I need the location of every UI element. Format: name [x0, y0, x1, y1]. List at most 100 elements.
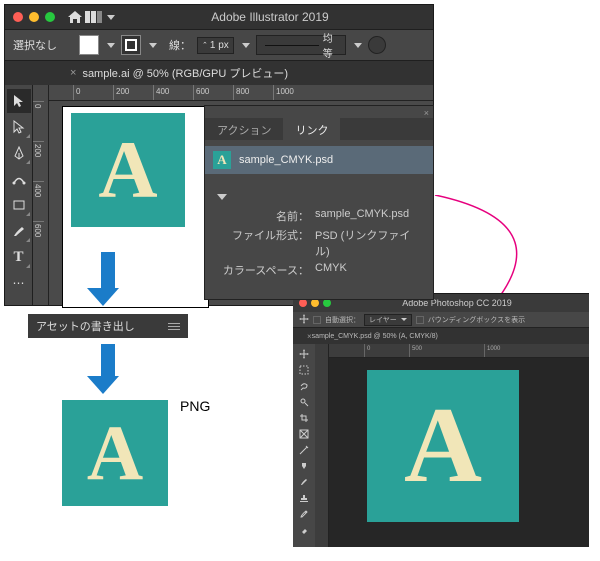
stroke-label: 線：	[169, 37, 191, 53]
chevron-down-icon[interactable]	[149, 43, 157, 48]
minimize-icon[interactable]	[311, 299, 319, 307]
chevron-down-icon[interactable]	[354, 43, 362, 48]
ruler-tick: 1000	[484, 344, 529, 357]
close-panel-icon[interactable]: ×	[424, 108, 429, 118]
placed-image[interactable]: A	[71, 113, 185, 227]
pen-tool[interactable]	[7, 141, 31, 165]
ps-document-tab[interactable]: × sample_CMYK.psd @ 50% (A, CMYK/8)	[293, 328, 589, 344]
document-tab-row: × sample.ai @ 50% (RGB/GPU プレビュー)	[5, 61, 433, 85]
link-info: 名前：sample_CMYK.psd ファイル形式：PSD (リンクファイル) …	[205, 174, 433, 289]
rectangle-tool[interactable]	[7, 193, 31, 217]
photoshop-window: Adobe Photoshop CC 2019 自動選択： レイヤー バウンディ…	[293, 293, 589, 546]
auto-select-checkbox[interactable]	[313, 316, 321, 324]
info-colorspace-label: カラースペース：	[215, 262, 315, 278]
panel-menu-icon[interactable]	[168, 323, 180, 330]
ruler-tick: 500	[409, 344, 484, 357]
home-view-group	[67, 10, 115, 24]
info-name-value: sample_CMYK.psd	[315, 208, 423, 224]
curvature-tool[interactable]	[7, 167, 31, 191]
move-tool[interactable]	[294, 346, 314, 362]
frame-tool[interactable]	[294, 426, 314, 442]
ruler-tick: 400	[33, 181, 44, 221]
auto-select-label: 自動選択：	[325, 315, 360, 325]
layer-dd-label: レイヤー	[369, 315, 397, 325]
output-image: A	[62, 400, 168, 506]
close-icon[interactable]	[13, 12, 23, 22]
info-format-label: ファイル形式：	[215, 227, 315, 259]
selection-tool[interactable]	[7, 89, 31, 113]
stroke-weight-value: 1 px	[210, 40, 229, 51]
control-bar: 選択なし 線： ⌃ 1 px 均等	[5, 29, 433, 61]
quick-select-tool[interactable]	[294, 394, 314, 410]
ruler-tick: 0	[73, 85, 113, 100]
opacity-button[interactable]	[368, 36, 386, 54]
direct-selection-tool[interactable]	[7, 115, 31, 139]
zoom-icon[interactable]	[323, 299, 331, 307]
tab-links[interactable]: リンク	[283, 118, 340, 140]
minimize-icon[interactable]	[29, 12, 39, 22]
crop-tool[interactable]	[294, 410, 314, 426]
panel-tabs: アクション リンク	[205, 118, 433, 140]
chevron-down-icon[interactable]	[107, 43, 115, 48]
stroke-weight-input[interactable]: ⌃ 1 px	[197, 37, 234, 54]
arrange-icon[interactable]	[85, 10, 103, 24]
ai-titlebar: Adobe Illustrator 2019	[5, 5, 433, 29]
asset-export-panel[interactable]: アセットの書き出し	[28, 314, 188, 338]
close-icon[interactable]	[299, 299, 307, 307]
ps-vertical-ruler	[315, 344, 329, 547]
layer-dropdown[interactable]: レイヤー	[364, 314, 412, 326]
ps-canvas-area: 0 500 1000 A	[315, 344, 589, 547]
ruler-tick: 600	[33, 221, 44, 261]
stroke-swatch[interactable]	[121, 35, 141, 55]
eyedropper-tool[interactable]	[294, 442, 314, 458]
move-tool-icon[interactable]	[299, 314, 309, 326]
healing-tool[interactable]	[294, 458, 314, 474]
ruler-tick: 0	[364, 344, 409, 357]
eraser-tool[interactable]	[294, 522, 314, 538]
ruler-tick: 0	[33, 101, 44, 141]
edit-toolbar[interactable]: ⋯	[7, 271, 31, 295]
output-glyph: A	[87, 408, 143, 498]
sample-glyph: A	[98, 123, 157, 217]
ps-glyph: A	[404, 384, 482, 508]
type-tool[interactable]: T	[7, 245, 31, 269]
info-name-label: 名前：	[215, 208, 315, 224]
bounding-label: バウンディングボックスを表示	[428, 315, 525, 325]
disclosure-icon[interactable]	[217, 194, 227, 200]
ps-image[interactable]: A	[367, 370, 519, 522]
uniform-label: 均等	[323, 30, 341, 60]
fill-swatch[interactable]	[79, 35, 99, 55]
chevron-down-icon[interactable]	[107, 15, 115, 20]
horizontal-ruler: 0 200 400 600 800 1000	[49, 85, 433, 101]
info-format-value: PSD (リンクファイル)	[315, 227, 423, 259]
app-title: Adobe Illustrator 2019	[115, 10, 425, 24]
ps-canvas[interactable]: A	[329, 358, 589, 547]
chevron-down-icon[interactable]	[242, 43, 250, 48]
marquee-tool[interactable]	[294, 362, 314, 378]
brush-tool[interactable]	[294, 474, 314, 490]
ps-toolbar	[293, 344, 315, 547]
ps-doc-tab-label: sample_CMYK.psd @ 50% (A, CMYK/8)	[312, 333, 438, 340]
artboard: A	[63, 107, 208, 307]
close-tab-icon[interactable]: ×	[70, 67, 76, 79]
document-tab[interactable]: × sample.ai @ 50% (RGB/GPU プレビュー)	[58, 61, 300, 85]
line-preview	[265, 45, 319, 46]
ruler-tick: 200	[33, 141, 44, 181]
tab-actions[interactable]: アクション	[205, 118, 283, 140]
links-panel: × アクション リンク A sample_CMYK.psd 名前：sample_…	[204, 105, 434, 300]
home-icon[interactable]	[67, 10, 83, 24]
stroke-profile-dropdown[interactable]: 均等	[256, 35, 346, 55]
document-tab-label: sample.ai @ 50% (RGB/GPU プレビュー)	[82, 65, 288, 81]
lasso-tool[interactable]	[294, 378, 314, 394]
bounding-box-checkbox[interactable]	[416, 316, 424, 324]
paintbrush-tool[interactable]	[7, 219, 31, 243]
info-colorspace-value: CMYK	[315, 262, 423, 278]
link-thumbnail: A	[213, 151, 231, 169]
vertical-ruler: 0 200 400 600	[33, 85, 49, 305]
history-brush-tool[interactable]	[294, 506, 314, 522]
link-list-item[interactable]: A sample_CMYK.psd	[205, 146, 433, 174]
zoom-icon[interactable]	[45, 12, 55, 22]
stamp-tool[interactable]	[294, 490, 314, 506]
ruler-tick: 800	[233, 85, 273, 100]
ruler-tick: 200	[113, 85, 153, 100]
